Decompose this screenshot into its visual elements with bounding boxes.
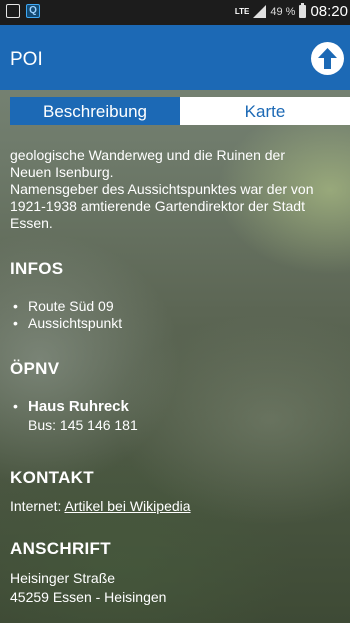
app-bar: POI bbox=[0, 25, 350, 90]
clock: 08:20 bbox=[310, 3, 348, 20]
page-title: POI bbox=[10, 49, 43, 70]
description-line: Namensgeber des Aussichtspunktes war der… bbox=[10, 181, 314, 197]
street: Heisinger Straße bbox=[10, 570, 116, 586]
signal-icon bbox=[253, 5, 267, 18]
tab-bar: Beschreibung Karte bbox=[10, 97, 350, 125]
anschrift-heading: ANSCHRIFT bbox=[10, 539, 111, 558]
battery-icon bbox=[299, 3, 307, 18]
internet-label: Internet: bbox=[10, 498, 65, 514]
description-line: 1921-1938 amtierende Gartendirektor der … bbox=[10, 198, 305, 214]
oepnv-heading: ÖPNV bbox=[10, 359, 60, 378]
tab-beschreibung[interactable]: Beschreibung bbox=[10, 97, 180, 125]
address: Heisinger Straße 45259 Essen - Heisingen bbox=[10, 570, 166, 606]
description-line: Essen. bbox=[10, 215, 53, 231]
oepnv-list: Haus Ruhreck bbox=[10, 398, 129, 415]
status-bar: Q LTE 49 % 08:20 bbox=[0, 0, 350, 25]
image-notification-icon bbox=[6, 4, 20, 18]
description-line: geologische Wanderweg und die Ruinen der bbox=[10, 147, 285, 163]
infos-heading: INFOS bbox=[10, 259, 64, 278]
arrow-up-icon bbox=[318, 48, 337, 69]
kontakt-heading: KONTAKT bbox=[10, 468, 94, 487]
infos-list: Route Süd 09 Aussichtspunkt bbox=[10, 298, 122, 332]
search-notification-icon: Q bbox=[26, 4, 40, 18]
kontakt-internet: Internet: Artikel bei Wikipedia bbox=[10, 498, 191, 515]
battery-percent: 49 % bbox=[270, 5, 296, 18]
list-item: Haus Ruhreck bbox=[10, 398, 129, 415]
description-text: geologische Wanderweg und die Ruinen der… bbox=[10, 147, 314, 232]
wikipedia-link[interactable]: Artikel bei Wikipedia bbox=[64, 498, 190, 514]
tab-karte[interactable]: Karte bbox=[180, 97, 350, 125]
description-line: Neuen Isenburg. bbox=[10, 164, 114, 180]
stop-name: Haus Ruhreck bbox=[28, 398, 129, 415]
list-item: Route Süd 09 bbox=[10, 298, 122, 315]
city: 45259 Essen - Heisingen bbox=[10, 589, 167, 605]
scroll-up-button[interactable] bbox=[311, 42, 344, 75]
list-item: Aussichtspunkt bbox=[10, 315, 122, 332]
network-type: LTE bbox=[234, 6, 250, 16]
bus-lines: Bus: 145 146 181 bbox=[28, 417, 138, 433]
